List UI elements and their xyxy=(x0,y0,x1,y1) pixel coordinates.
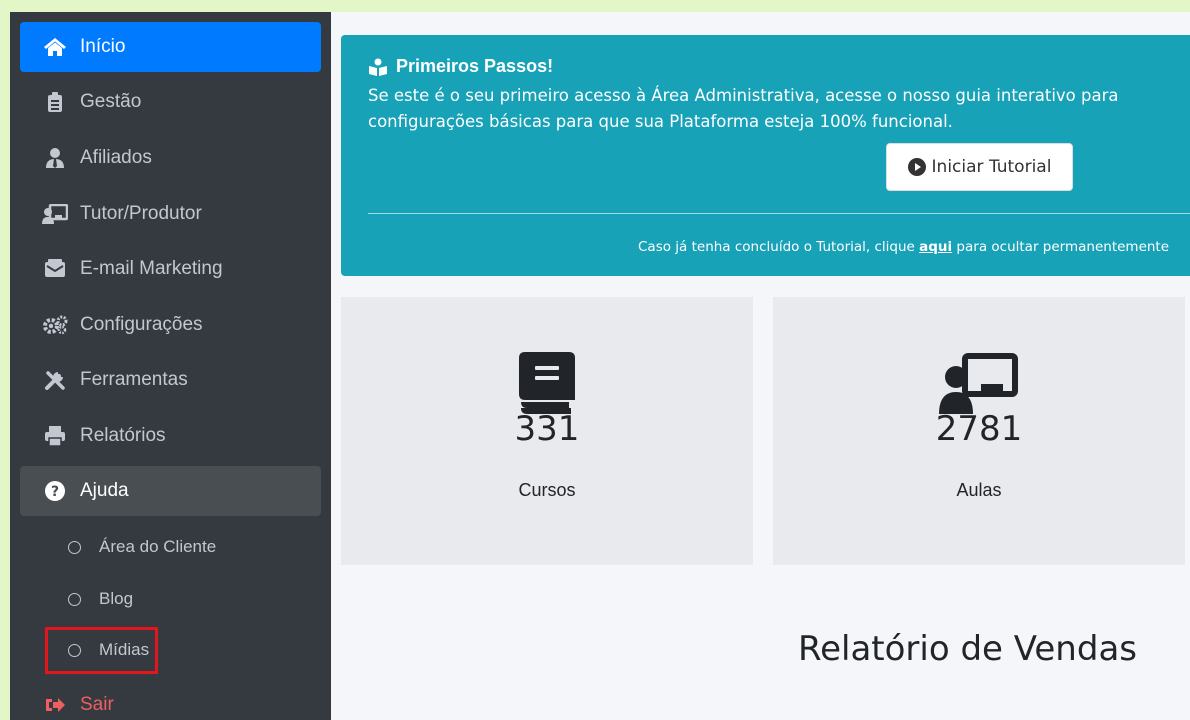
book-icon xyxy=(341,352,753,414)
sidebar-item-configuracoes[interactable]: Configurações xyxy=(20,300,321,350)
cogs-icon xyxy=(42,315,68,335)
chalkboard-teacher-icon xyxy=(773,352,1185,414)
tools-icon xyxy=(42,369,68,391)
sidebar-item-label: Afiliados xyxy=(80,147,152,168)
sidebar-item-label: Ferramentas xyxy=(80,369,188,390)
sidebar-item-tutor-produtor[interactable]: Tutor/Produtor xyxy=(20,189,321,239)
sidebar-item-label: Ajuda xyxy=(80,480,129,501)
stat-value: 2781 xyxy=(935,409,1023,449)
start-tutorial-button[interactable]: Iniciar Tutorial xyxy=(886,143,1073,191)
sidebar-item-email-marketing[interactable]: E-mail Marketing xyxy=(20,244,321,294)
svg-text:?: ? xyxy=(51,484,59,500)
question-circle-icon: ? xyxy=(42,481,68,501)
sidebar-item-relatorios[interactable]: Relatórios xyxy=(20,411,321,461)
sidebar: Início Gestão Afiliados Tutor/Produtor E… xyxy=(10,12,331,720)
sign-out-icon xyxy=(42,696,68,714)
sidebar-subitem-label: Área do Cliente xyxy=(99,537,217,556)
sidebar-subitem-label: Blog xyxy=(99,589,134,608)
start-tutorial-label: Iniciar Tutorial xyxy=(931,157,1052,177)
app-frame: Início Gestão Afiliados Tutor/Produtor E… xyxy=(10,12,1190,720)
sidebar-subitem-area-do-cliente[interactable]: Área do Cliente xyxy=(20,527,321,567)
circle-icon xyxy=(68,540,81,554)
sidebar-item-inicio[interactable]: Início xyxy=(20,22,321,72)
sidebar-item-label: Sair xyxy=(80,694,114,715)
sidebar-item-sair[interactable]: Sair xyxy=(20,680,321,720)
circle-icon xyxy=(68,592,81,606)
stat-label: Cursos xyxy=(518,480,576,500)
banner-footer: Caso já tenha concluído o Tutorial, cliq… xyxy=(638,239,1170,255)
stat-card-cursos[interactable]: 331 Cursos xyxy=(341,297,753,565)
first-steps-banner: Primeiros Passos! Se este é o seu primei… xyxy=(341,35,1190,276)
sidebar-item-ajuda[interactable]: ? Ajuda xyxy=(20,466,321,516)
sales-report-title: Relatório de Vendas xyxy=(798,629,1137,669)
sidebar-item-label: Gestão xyxy=(80,91,142,112)
sidebar-item-ferramentas[interactable]: Ferramentas xyxy=(20,355,321,405)
banner-title: Primeiros Passos! xyxy=(368,56,553,77)
print-icon xyxy=(42,426,68,446)
stat-card-aulas[interactable]: 2781 Aulas xyxy=(773,297,1185,565)
home-icon xyxy=(42,37,68,57)
play-circle-icon xyxy=(907,158,926,176)
sidebar-item-gestao[interactable]: Gestão xyxy=(20,77,321,127)
sidebar-item-label: E-mail Marketing xyxy=(80,258,223,279)
chalkboard-teacher-icon xyxy=(42,204,68,224)
sidebar-item-afiliados[interactable]: Afiliados xyxy=(20,133,321,183)
sidebar-item-label: Tutor/Produtor xyxy=(80,203,202,224)
book-reader-icon xyxy=(368,58,388,76)
clipboard-icon xyxy=(42,92,68,112)
stat-label: Aulas xyxy=(956,480,1002,500)
user-tie-icon xyxy=(42,148,68,168)
mail-bulk-icon xyxy=(42,259,68,279)
sidebar-item-label: Início xyxy=(80,36,126,57)
stat-value: 331 xyxy=(514,409,580,449)
sidebar-item-label: Configurações xyxy=(80,314,203,335)
sidebar-item-label: Relatórios xyxy=(80,425,166,446)
hide-tutorial-link[interactable]: aqui xyxy=(919,239,952,255)
banner-text: Se este é o seu primeiro acesso à Área A… xyxy=(368,86,1119,131)
sidebar-subitem-blog[interactable]: Blog xyxy=(20,579,321,619)
divider xyxy=(368,213,1190,214)
highlight-annotation xyxy=(45,627,158,674)
